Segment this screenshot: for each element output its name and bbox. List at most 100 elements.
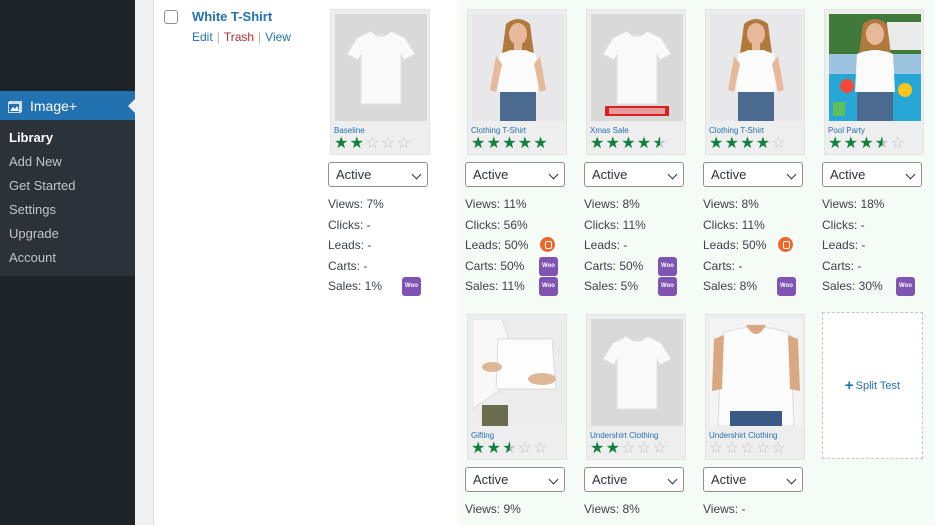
- images-icon: [7, 99, 23, 114]
- submenu-item-account[interactable]: Account: [0, 248, 135, 272]
- star-icon: ★: [590, 135, 605, 152]
- status-select[interactable]: Active: [703, 162, 803, 187]
- edit-link[interactable]: Edit: [192, 30, 213, 44]
- stat-line: Leads: -: [822, 238, 866, 252]
- separator: |: [258, 30, 262, 44]
- status-select-value: Active: [830, 167, 866, 182]
- woocommerce-icon: Woo: [658, 277, 677, 296]
- status-select[interactable]: Active: [703, 467, 803, 492]
- submenu-item-upgrade[interactable]: Upgrade: [0, 224, 135, 248]
- split-test-label: Split Test: [855, 379, 901, 392]
- star-icon: ★: [471, 135, 486, 152]
- submenu-item-settings[interactable]: Settings: [0, 200, 135, 224]
- row-checkbox[interactable]: [164, 10, 178, 24]
- chevron-down-icon: [667, 169, 678, 180]
- status-select[interactable]: Active: [465, 467, 565, 492]
- rating-stars: ★ ★ ★ ★ ☆: [828, 135, 906, 152]
- submenu-item-library[interactable]: Library: [0, 128, 135, 152]
- star-icon: ☆: [771, 440, 786, 457]
- woocommerce-icon: Woo: [658, 256, 677, 276]
- variant-name[interactable]: Gifting: [471, 431, 494, 440]
- product-title[interactable]: White T-Shirt: [192, 9, 272, 24]
- chevron-down-icon: [667, 474, 678, 485]
- status-select[interactable]: Active: [465, 162, 565, 187]
- star-icon: ★: [709, 135, 724, 152]
- star-icon: ★: [334, 135, 349, 152]
- status-select[interactable]: Active: [584, 162, 684, 187]
- star-icon: ★: [740, 135, 755, 152]
- stat-line: Clicks: -: [822, 217, 865, 232]
- variant-thumbnail[interactable]: Undershirt Clothing ☆ ☆ ☆ ☆ ☆: [705, 314, 805, 460]
- star-icon: ☆: [396, 135, 411, 152]
- star-icon: ☆: [890, 135, 905, 152]
- stat-line: Carts: -: [822, 258, 862, 273]
- variant-thumbnail[interactable]: Xmas Sale ★ ★ ★ ★ ★: [586, 9, 686, 155]
- plus-icon: +: [844, 377, 854, 394]
- variant-image: [591, 14, 683, 121]
- star-icon: ★: [874, 135, 890, 152]
- status-select[interactable]: Active: [328, 162, 428, 187]
- view-link[interactable]: View: [265, 30, 291, 44]
- rating-stars: ★ ★ ★ ★ ★: [471, 135, 549, 152]
- star-icon: ★: [724, 135, 739, 152]
- variant-thumbnail[interactable]: Baseline ★ ★ ☆ ☆ ☆: [330, 9, 430, 155]
- rating-stars: ★ ★ ★ ★ ★: [590, 135, 668, 152]
- status-select-value: Active: [592, 167, 628, 182]
- stat-line: Sales: 30%: [822, 279, 883, 293]
- variant-image: [472, 14, 564, 121]
- submenu-item-get-started[interactable]: Get Started: [0, 176, 135, 200]
- variant-thumbnail[interactable]: Undershirt Clothing ★ ★ ☆ ☆ ☆: [586, 314, 686, 460]
- stat-line: Views: 9%: [465, 502, 521, 516]
- variant-name[interactable]: Xmas Sale: [590, 126, 629, 135]
- row-actions: Edit | Trash | View: [192, 30, 291, 44]
- star-icon: ★: [471, 440, 486, 457]
- stat-line: Sales: 8%: [703, 279, 758, 293]
- trash-link[interactable]: Trash: [224, 30, 254, 44]
- split-test-button[interactable]: + Split Test: [822, 312, 923, 459]
- variant-name[interactable]: Clothing T-Shirt: [709, 126, 764, 135]
- star-icon: ☆: [533, 440, 548, 457]
- status-select[interactable]: Active: [822, 162, 922, 187]
- woocommerce-icon: Woo: [539, 256, 558, 276]
- variant-name[interactable]: Undershirt Clothing: [709, 431, 777, 440]
- status-select[interactable]: Active: [584, 467, 684, 492]
- stat-line: Views: -: [703, 502, 746, 516]
- status-select-value: Active: [592, 472, 628, 487]
- variant-image: [591, 319, 683, 426]
- star-icon: ★: [502, 135, 517, 152]
- stat-line: Clicks: -: [328, 217, 371, 232]
- stat-line: Views: 7%: [328, 197, 384, 211]
- submenu-item-add-new[interactable]: Add New: [0, 152, 135, 176]
- woocommerce-icon: Woo: [402, 277, 421, 296]
- rating-stars: ☆ ☆ ☆ ☆ ☆: [709, 440, 787, 457]
- variant-name[interactable]: Clothing T-Shirt: [471, 126, 526, 135]
- submenu: Library Add New Get Started Settings Upg…: [0, 120, 135, 276]
- variant-thumbnail[interactable]: Clothing T-Shirt ★ ★ ★ ★ ☆: [705, 9, 805, 155]
- menu-item-imageplus[interactable]: Image+: [0, 91, 135, 120]
- stat-line: Leads: 50%: [703, 238, 767, 252]
- stat-line: Sales: 1%: [328, 279, 383, 293]
- star-icon: ★: [502, 440, 517, 457]
- variant-thumbnail[interactable]: Clothing T-Shirt ★ ★ ★ ★ ★: [467, 9, 567, 155]
- stat-line: Carts: 50%: [465, 258, 525, 273]
- variant-image: [335, 14, 427, 121]
- variant-name[interactable]: Pool Party: [828, 126, 865, 135]
- variant-thumbnail[interactable]: Pool Party ★ ★ ★ ★ ☆: [824, 9, 924, 155]
- status-select-value: Active: [711, 167, 747, 182]
- variant-name[interactable]: Baseline: [334, 126, 365, 135]
- separator: |: [216, 30, 220, 44]
- star-icon: ★: [755, 135, 771, 152]
- variant-image: [829, 14, 921, 121]
- stat-line: Clicks: 11%: [703, 217, 765, 232]
- stat-line: Leads: -: [328, 238, 372, 252]
- rating-stars: ★ ★ ☆ ☆ ☆: [334, 135, 412, 152]
- star-icon: ☆: [380, 135, 396, 152]
- variant-thumbnail[interactable]: Gifting ★ ★ ★ ☆ ☆: [467, 314, 567, 460]
- woocommerce-icon: Woo: [777, 277, 796, 296]
- stat-line: Carts: -: [703, 258, 743, 273]
- star-icon: ☆: [724, 440, 739, 457]
- stat-line: Clicks: 56%: [465, 217, 528, 232]
- variant-name[interactable]: Undershirt Clothing: [590, 431, 658, 440]
- stat-line: Sales: 11%: [465, 279, 525, 293]
- stat-line: Leads: -: [584, 238, 628, 252]
